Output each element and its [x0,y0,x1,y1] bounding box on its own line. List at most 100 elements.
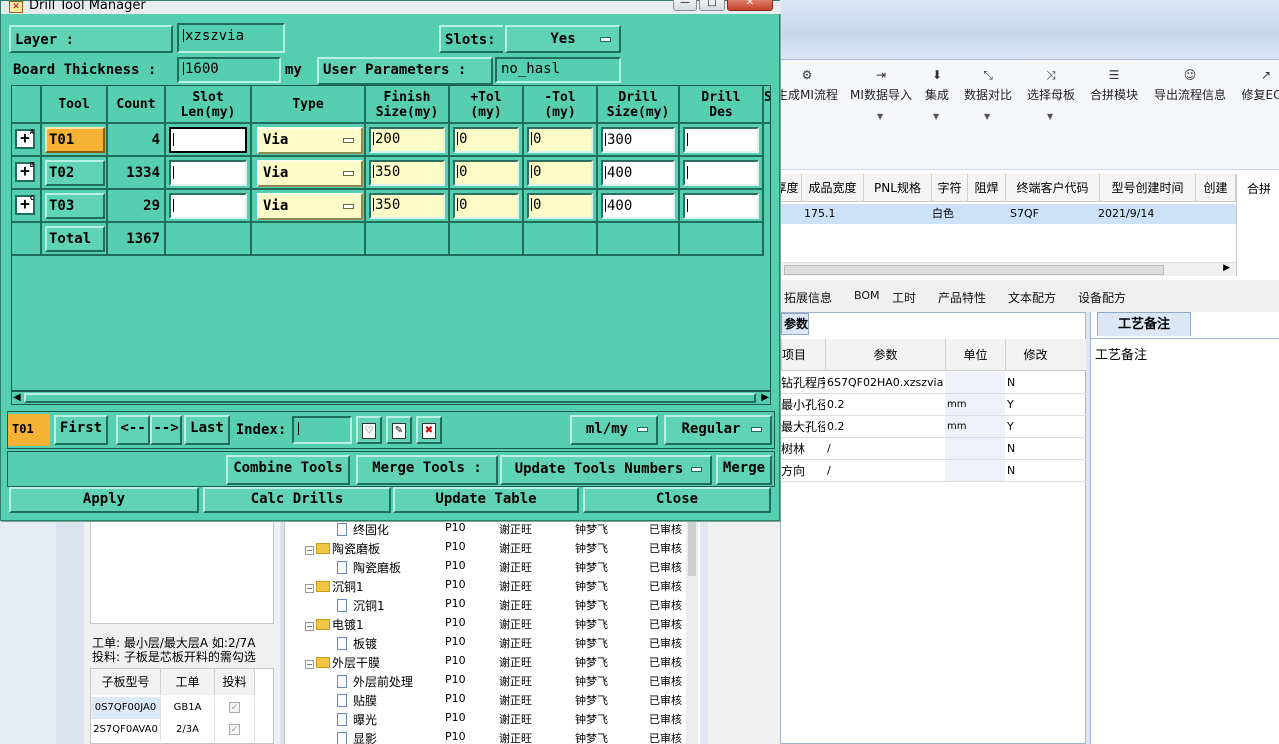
tab-equipment-recipe[interactable]: 设备配方 [1078,289,1126,306]
type-select[interactable]: Via [257,127,363,154]
tree-row[interactable]: 显影 P10 谢正旺 钟梦飞 已审核 [285,729,685,744]
tree-row[interactable]: 板镀 P10 谢正旺 钟梦飞 已审核 [285,634,685,653]
grid-row-selected[interactable]: 175.1 白色 S7QF 2021/9/14 [780,204,1236,224]
tree-row[interactable]: 终固化 P10 谢正旺 钟梦飞 已审核 [285,520,685,539]
finish-size-input[interactable]: 200 [369,127,445,153]
first-button[interactable]: First [54,415,108,445]
drill-des-input[interactable] [683,193,759,219]
tab-process-notes[interactable]: 工艺备注 [1097,312,1191,336]
drill-size-input[interactable]: 400 [601,193,675,219]
previous-button[interactable]: <-- [116,415,150,445]
toolbar-mi-import[interactable]: ⇥ MI数据导入 ▼ [846,66,916,126]
grid-horizontal-scrollbar[interactable]: ▶ [780,262,1236,276]
tol-plus-input[interactable]: 0 [453,127,519,153]
toolbar-generate-mi-flow[interactable]: ⚙ 生成MI流程 [776,66,838,126]
tol-minus-input[interactable]: 0 [527,127,593,153]
tab-product-features[interactable]: 产品特性 [938,289,986,306]
collapse-icon[interactable]: − [305,622,314,631]
slot-len-input[interactable] [169,127,247,153]
toolbar-data-compare[interactable]: ⤡ 数据对比 ▼ [962,66,1014,126]
tree-row[interactable]: − 陶瓷磨板 P10 谢正旺 钟梦飞 已审核 [285,539,685,558]
parameter-row[interactable]: 最小孔径 0.2 mm Y [781,394,1086,416]
tab-text-recipe[interactable]: 文本配方 [1008,289,1056,306]
parameter-row[interactable]: 树林 / N [781,438,1086,460]
tab-work-hours[interactable]: 工时 [892,289,916,306]
toolbar-select-mother-board[interactable]: ⤨ 选择母板 ▼ [1026,66,1076,126]
scrollbar-thumb[interactable] [784,265,1164,275]
expand-row-button[interactable]: + A [15,129,35,149]
slot-len-input[interactable] [169,160,247,186]
tol-plus-input[interactable]: 0 [453,160,519,186]
toolbar-integrate[interactable]: ⬇ 集成 ▼ [922,66,952,126]
tree-row[interactable]: 陶瓷磨板 P10 谢正旺 钟梦飞 已审核 [285,558,685,577]
collapse-icon[interactable]: − [305,660,314,669]
tool-button-t02[interactable]: T02 [45,160,105,186]
tree-row[interactable]: 曝光 P10 谢正旺 钟梦飞 已审核 [285,710,685,729]
bulb-icon-button[interactable]: ♡ [356,416,382,444]
close-window-button[interactable]: ✕ [727,0,773,11]
scroll-left-arrow-icon[interactable]: ◀ [13,392,21,404]
drill-size-input[interactable]: 400 [601,160,675,186]
tol-minus-input[interactable]: 0 [527,160,593,186]
drill-des-input[interactable] [683,127,759,153]
parameter-row[interactable]: 最大孔径 0.2 mm Y [781,416,1086,438]
collapse-icon[interactable]: − [305,584,314,593]
finish-size-input[interactable]: 350 [369,160,445,186]
tool-button-t01[interactable]: T01 [45,127,105,153]
maximize-button[interactable]: □ [699,0,725,11]
layer-field[interactable]: xzszvia [177,23,285,53]
tree-row[interactable]: 贴膜 P10 谢正旺 钟梦飞 已审核 [285,691,685,710]
next-button[interactable]: --> [150,415,182,445]
expand-row-button[interactable]: + B [15,162,35,182]
tol-plus-input[interactable]: 0 [453,193,519,219]
update-tools-numbers-select[interactable]: Update Tools Numbers [500,455,712,485]
units-select[interactable]: ml/my [570,415,658,445]
tool-button-t03[interactable]: T03 [45,193,105,219]
toolbar-merge-module[interactable]: ☰ 合拼模块 [1088,66,1140,126]
scrollbar-thumb[interactable] [688,520,696,576]
user-parameters-field[interactable]: no_hasl [495,57,621,83]
type-select[interactable]: Via [257,193,363,220]
update-table-button[interactable]: Update Table [393,487,579,513]
dialog-titlebar[interactable]: ✕ Drill Tool Manager — □ ✕ [1,0,781,14]
tree-row[interactable]: − 外层干膜 P10 谢正旺 钟梦飞 已审核 [285,653,685,672]
table-horizontal-scrollbar[interactable]: ◀ ▶ [11,391,771,405]
tab-parameters[interactable]: 参数 [781,313,809,335]
drill-des-input[interactable] [683,160,759,186]
tree-row[interactable]: − 电镀1 P10 谢正旺 钟梦飞 已审核 [285,615,685,634]
tree-row[interactable]: − 沉铜1 P10 谢正旺 钟梦飞 已审核 [285,577,685,596]
mode-select[interactable]: Regular [664,415,772,445]
apply-button[interactable]: Apply [9,487,199,513]
close-button[interactable]: Close [583,487,771,513]
tree-vertical-scrollbar[interactable] [686,520,698,744]
finish-size-input[interactable]: 350 [369,193,445,219]
parameter-row[interactable]: 方向 / N [781,460,1086,482]
drill-size-input[interactable]: 300 [601,127,675,153]
delete-icon-button[interactable]: ✖ [416,416,442,444]
last-button[interactable]: Last [184,415,230,445]
tree-row[interactable]: 外层前处理 P10 谢正旺 钟梦飞 已审核 [285,672,685,691]
calc-drills-button[interactable]: Calc Drills [203,487,391,513]
combine-tools-button[interactable]: Combine Tools [226,455,350,485]
tree-row[interactable]: 沉铜1 P10 谢正旺 钟梦飞 已审核 [285,596,685,615]
slots-select[interactable]: Yes [505,25,621,53]
scroll-right-arrow-icon[interactable]: ▶ [1223,263,1230,273]
parameter-row[interactable]: 钻孔程序 6S7QF02HA0.xzszvia N [781,372,1086,394]
toolbar-export-flow[interactable]: ☺ 导出流程信息 [1152,66,1228,126]
index-field[interactable] [292,416,352,444]
feed-checkbox[interactable]: ✓ [229,702,240,713]
scrollbar-thumb[interactable] [24,393,756,403]
panel-splitter[interactable] [700,520,708,744]
merge-button[interactable]: Merge [716,455,772,485]
tab-extended-info[interactable]: 拓展信息 [784,289,832,306]
tab-bom[interactable]: BOM [854,289,880,302]
scroll-right-arrow-icon[interactable]: ▶ [761,392,769,404]
tol-minus-input[interactable]: 0 [527,193,593,219]
minimize-button[interactable]: — [673,0,697,11]
feed-checkbox[interactable]: ✓ [229,724,240,735]
expand-row-button[interactable]: + C [15,195,35,215]
note-icon-button[interactable]: ✎ [386,416,412,444]
collapse-icon[interactable]: − [305,546,314,555]
slot-len-input[interactable] [169,193,247,219]
type-select[interactable]: Via [257,160,363,187]
